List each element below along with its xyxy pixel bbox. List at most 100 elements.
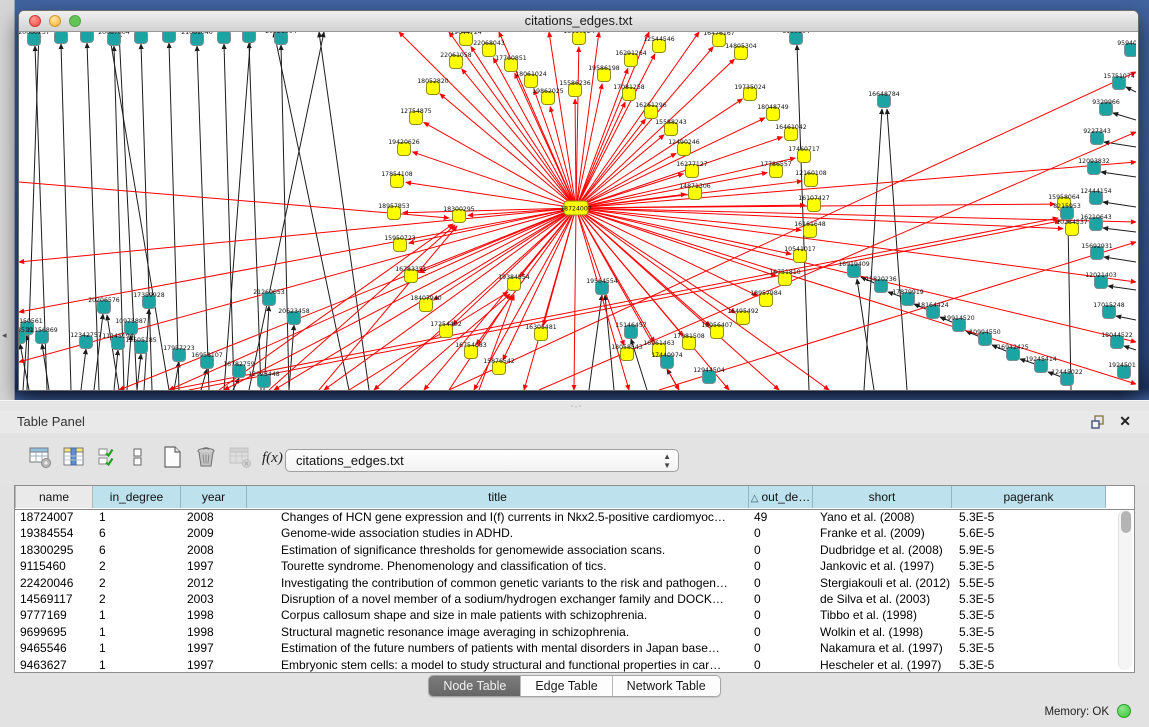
cell-name[interactable]: 18300295 bbox=[15, 542, 93, 558]
table-row[interactable]: 2242004622012Investigating the contribut… bbox=[15, 575, 1120, 591]
tab-edge-table[interactable]: Edge Table bbox=[521, 676, 612, 696]
cell-pagerank[interactable]: 5.9E-5 bbox=[952, 542, 1106, 558]
cell-out_degree[interactable]: 0 bbox=[749, 575, 813, 591]
cell-pagerank[interactable]: 5.3E-5 bbox=[952, 624, 1106, 640]
table-row[interactable]: 1872400712008Changes of HCN gene express… bbox=[15, 509, 1120, 525]
new-file-icon[interactable] bbox=[160, 445, 186, 471]
cell-out_degree[interactable]: 0 bbox=[749, 558, 813, 574]
cell-year[interactable]: 1997 bbox=[181, 640, 247, 656]
table-row[interactable]: 911546021997Tourette syndrome. Phenomeno… bbox=[15, 558, 1120, 574]
cell-short[interactable]: Stergiakouli et al. (2012) bbox=[813, 575, 952, 591]
cell-short[interactable]: Dudbridge et al. (2008) bbox=[813, 542, 952, 558]
cell-short[interactable]: Tibbo et al. (1998) bbox=[813, 607, 952, 623]
cell-short[interactable]: Hescheler et al. (1997) bbox=[813, 657, 952, 673]
table-row[interactable]: 946554611997Estimation of the future num… bbox=[15, 640, 1120, 656]
cell-in_degree[interactable]: 1 bbox=[93, 657, 181, 673]
cell-pagerank[interactable]: 5.3E-5 bbox=[952, 607, 1106, 623]
cell-out_degree[interactable]: 0 bbox=[749, 542, 813, 558]
cell-pagerank[interactable]: 5.3E-5 bbox=[952, 509, 1106, 525]
cell-year[interactable]: 2009 bbox=[181, 525, 247, 541]
cell-title[interactable]: Disruption of a novel member of a sodium… bbox=[247, 591, 749, 607]
cell-short[interactable]: Wolkin et al. (1998) bbox=[813, 624, 952, 640]
cell-in_degree[interactable]: 2 bbox=[93, 591, 181, 607]
cell-out_degree[interactable]: 0 bbox=[749, 591, 813, 607]
float-panel-icon[interactable] bbox=[1091, 415, 1105, 429]
cell-short[interactable]: Jankovic et al. (1997) bbox=[813, 558, 952, 574]
cell-name[interactable]: 18724007 bbox=[15, 509, 93, 525]
cell-year[interactable]: 1998 bbox=[181, 607, 247, 623]
column-header-in_degree[interactable]: in_degree bbox=[93, 486, 181, 508]
table-row[interactable]: 1456911722003Disruption of a novel membe… bbox=[15, 591, 1120, 607]
cell-pagerank[interactable]: 5.3E-5 bbox=[952, 558, 1106, 574]
cell-year[interactable]: 1997 bbox=[181, 558, 247, 574]
network-node[interactable] bbox=[243, 32, 256, 43]
cell-in_degree[interactable]: 6 bbox=[93, 542, 181, 558]
cell-short[interactable]: Nakamura et al. (1997) bbox=[813, 640, 952, 656]
cell-short[interactable]: de Silva et al. (2003) bbox=[813, 591, 952, 607]
collapse-panel-icon[interactable]: ◂ bbox=[2, 330, 7, 341]
column-header-year[interactable]: year bbox=[181, 486, 247, 508]
cell-pagerank[interactable]: 5.3E-5 bbox=[952, 640, 1106, 656]
cell-pagerank[interactable]: 5.6E-5 bbox=[952, 525, 1106, 541]
cell-out_degree[interactable]: 0 bbox=[749, 640, 813, 656]
cell-out_degree[interactable]: 0 bbox=[749, 525, 813, 541]
minimize-window-button[interactable] bbox=[49, 15, 61, 27]
cell-title[interactable]: Genome-wide association studies in ADHD. bbox=[247, 525, 749, 541]
cell-year[interactable]: 1997 bbox=[181, 657, 247, 673]
cell-short[interactable]: Yano et al. (2008) bbox=[813, 509, 952, 525]
column-header-name[interactable]: name bbox=[15, 486, 93, 508]
cell-title[interactable]: Changes of HCN gene expression and I(f) … bbox=[247, 509, 749, 525]
cell-out_degree[interactable]: 0 bbox=[749, 657, 813, 673]
tab-node-table[interactable]: Node Table bbox=[429, 676, 521, 696]
cell-in_degree[interactable]: 2 bbox=[93, 558, 181, 574]
cell-pagerank[interactable]: 5.3E-5 bbox=[952, 657, 1106, 673]
divider-grip-icon[interactable] bbox=[570, 404, 582, 409]
close-panel-icon[interactable]: ✕ bbox=[1119, 413, 1131, 429]
cell-title[interactable]: Embryonic stem cells: a model to study s… bbox=[247, 657, 749, 673]
cell-pagerank[interactable]: 5.5E-5 bbox=[952, 575, 1106, 591]
trash-icon[interactable] bbox=[194, 445, 220, 471]
network-canvas[interactable]: 1872400722061058180528201275487519420626… bbox=[19, 32, 1136, 390]
cell-out_degree[interactable]: 0 bbox=[749, 607, 813, 623]
cell-pagerank[interactable]: 5.3E-5 bbox=[952, 591, 1106, 607]
row-height-icon[interactable] bbox=[126, 445, 152, 471]
cell-name[interactable]: 9115460 bbox=[15, 558, 93, 574]
table-settings-icon[interactable] bbox=[28, 445, 54, 471]
cell-title[interactable]: Tourette syndrome. Phenomenology and cla… bbox=[247, 558, 749, 574]
select-rows-icon[interactable] bbox=[96, 445, 122, 471]
cell-name[interactable]: 9463627 bbox=[15, 657, 93, 673]
cell-year[interactable]: 2012 bbox=[181, 575, 247, 591]
maximize-window-button[interactable] bbox=[69, 15, 81, 27]
cell-title[interactable]: Structural magnetic resonance image aver… bbox=[247, 624, 749, 640]
cell-name[interactable]: 19384554 bbox=[15, 525, 93, 541]
cell-name[interactable]: 14569117 bbox=[15, 591, 93, 607]
cell-name[interactable]: 22420046 bbox=[15, 575, 93, 591]
column-header-short[interactable]: short bbox=[813, 486, 952, 508]
network-window[interactable]: citations_edges.txt 18724007220610581805… bbox=[18, 10, 1139, 391]
network-nodes[interactable]: 1872400722061058180528201275487519420626… bbox=[19, 32, 1136, 388]
table-columns-icon[interactable] bbox=[62, 445, 88, 471]
cell-short[interactable]: Franke et al. (2009) bbox=[813, 525, 952, 541]
scrollbar-thumb[interactable] bbox=[1121, 511, 1131, 533]
cell-in_degree[interactable]: 1 bbox=[93, 624, 181, 640]
table-source-select[interactable]: citations_edges.txt ▲▼ bbox=[285, 449, 679, 472]
table-row[interactable]: 1830029562008Estimation of significance … bbox=[15, 542, 1120, 558]
table-row[interactable]: 1938455462009Genome-wide association stu… bbox=[15, 525, 1120, 541]
close-window-button[interactable] bbox=[29, 15, 41, 27]
cell-title[interactable]: Investigating the contribution of common… bbox=[247, 575, 749, 591]
cell-name[interactable]: 9699695 bbox=[15, 624, 93, 640]
window-titlebar[interactable]: citations_edges.txt bbox=[19, 11, 1138, 32]
cell-year[interactable]: 1998 bbox=[181, 624, 247, 640]
cell-title[interactable]: Estimation of significance thresholds fo… bbox=[247, 542, 749, 558]
table-row[interactable]: 946362711997Embryonic stem cells: a mode… bbox=[15, 657, 1120, 673]
cell-in_degree[interactable]: 1 bbox=[93, 607, 181, 623]
cell-in_degree[interactable]: 1 bbox=[93, 509, 181, 525]
column-header-title[interactable]: title bbox=[247, 486, 749, 508]
column-header-out_de[interactable]: △out_de… bbox=[749, 486, 813, 508]
cell-title[interactable]: Corpus callosum shape and size in male p… bbox=[247, 607, 749, 623]
cell-in_degree[interactable]: 2 bbox=[93, 575, 181, 591]
cell-name[interactable]: 9777169 bbox=[15, 607, 93, 623]
table-row[interactable]: 977716911998Corpus callosum shape and si… bbox=[15, 607, 1120, 623]
table-scrollbar[interactable] bbox=[1118, 510, 1132, 670]
cell-in_degree[interactable]: 1 bbox=[93, 640, 181, 656]
